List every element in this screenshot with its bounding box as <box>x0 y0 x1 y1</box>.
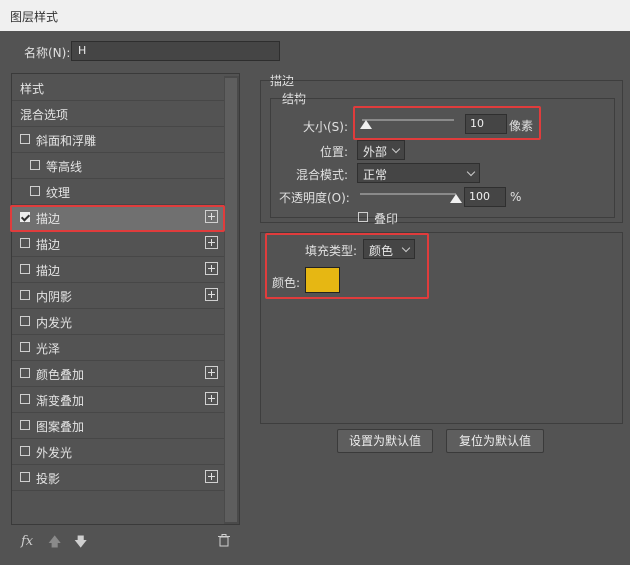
add-effect-icon[interactable] <box>205 392 218 405</box>
style-item-label: 颜色叠加 <box>36 368 85 382</box>
opacity-label: 不透明度(O): <box>279 191 350 205</box>
blend-mode-value: 正常 <box>363 168 388 182</box>
style-item[interactable]: 描边 <box>12 231 224 257</box>
style-item-label: 内发光 <box>36 316 73 330</box>
arrow-down-icon[interactable]: 🡇 <box>74 533 87 555</box>
style-item[interactable]: 等高线 <box>12 153 224 179</box>
style-item-checkbox[interactable] <box>20 394 30 404</box>
style-item-checkbox[interactable] <box>30 160 40 170</box>
opacity-unit: % <box>510 190 522 204</box>
blend-mode-dropdown[interactable]: 正常 <box>357 163 480 183</box>
style-item[interactable]: 投影 <box>12 465 224 491</box>
style-item[interactable]: 图案叠加 <box>12 413 224 439</box>
style-item[interactable]: 描边 <box>12 257 224 283</box>
style-item-checkbox[interactable] <box>20 316 30 326</box>
position-value: 外部 <box>363 145 388 159</box>
opacity-slider-track[interactable] <box>360 193 456 195</box>
style-item[interactable]: 光泽 <box>12 335 224 361</box>
overprint-label: 叠印 <box>374 212 399 226</box>
add-effect-icon[interactable] <box>205 366 218 379</box>
add-effect-icon[interactable] <box>205 470 218 483</box>
style-item[interactable]: 内发光 <box>12 309 224 335</box>
style-item-label: 纹理 <box>46 186 71 200</box>
style-item-checkbox[interactable] <box>20 238 30 248</box>
style-item[interactable]: 渐变叠加 <box>12 387 224 413</box>
style-item[interactable]: 外发光 <box>12 439 224 465</box>
style-item-checkbox[interactable] <box>20 342 30 352</box>
style-item-checkbox[interactable] <box>30 186 40 196</box>
make-default-button[interactable]: 设置为默认值 <box>337 429 433 453</box>
chevron-down-icon <box>466 167 476 177</box>
title-bar: 图层样式 <box>0 0 630 31</box>
style-item[interactable]: 颜色叠加 <box>12 361 224 387</box>
style-item-label: 渐变叠加 <box>36 394 85 408</box>
overprint-checkbox[interactable] <box>358 212 368 222</box>
highlight-stroke-item <box>10 205 225 232</box>
style-item-label: 内阴影 <box>36 290 73 304</box>
fx-icon[interactable]: fx <box>21 534 33 549</box>
style-item[interactable]: 斜面和浮雕 <box>12 127 224 153</box>
size-label: 大小(S): <box>303 120 349 134</box>
name-label: 名称(N): <box>24 46 71 60</box>
style-item-checkbox[interactable] <box>20 264 30 274</box>
trash-icon[interactable] <box>218 534 230 547</box>
style-item-checkbox[interactable] <box>20 446 30 456</box>
blend-mode-label: 混合模式: <box>296 168 349 182</box>
style-item-label: 描边 <box>36 238 61 252</box>
window-title: 图层样式 <box>10 10 59 24</box>
style-item-checkbox[interactable] <box>20 134 30 144</box>
style-item-checkbox[interactable] <box>20 420 30 430</box>
highlight-size <box>353 106 541 140</box>
style-item-label: 斜面和浮雕 <box>36 134 97 148</box>
opacity-input[interactable]: 100 <box>464 187 506 207</box>
position-label: 位置: <box>320 145 349 159</box>
style-item-label: 等高线 <box>46 160 83 174</box>
add-effect-icon[interactable] <box>205 288 218 301</box>
style-item-label: 外发光 <box>36 446 73 460</box>
styles-scrollbar-thumb[interactable] <box>225 78 237 522</box>
style-item-label: 投影 <box>36 472 61 486</box>
blend-options-label: 混合选项 <box>20 108 69 122</box>
reset-default-button[interactable]: 复位为默认值 <box>446 429 544 453</box>
add-effect-icon[interactable] <box>205 236 218 249</box>
chevron-down-icon <box>391 144 401 154</box>
position-dropdown[interactable]: 外部 <box>357 140 405 160</box>
opacity-slider-thumb[interactable] <box>450 194 462 203</box>
style-item-checkbox[interactable] <box>20 290 30 300</box>
style-item-checkbox[interactable] <box>20 472 30 482</box>
styles-header[interactable]: 样式 <box>12 75 224 101</box>
style-item-label: 图案叠加 <box>36 420 85 434</box>
arrow-up-icon[interactable]: 🡅 <box>48 533 61 555</box>
highlight-fill <box>265 233 429 299</box>
style-item-label: 光泽 <box>36 342 61 356</box>
styles-header-label: 样式 <box>20 82 45 96</box>
add-effect-icon[interactable] <box>205 262 218 275</box>
style-item-checkbox[interactable] <box>20 368 30 378</box>
style-item[interactable]: 内阴影 <box>12 283 224 309</box>
style-item-label: 描边 <box>36 264 61 278</box>
blend-options-item[interactable]: 混合选项 <box>12 101 224 127</box>
name-input[interactable]: H <box>71 41 280 61</box>
style-item[interactable]: 纹理 <box>12 179 224 205</box>
